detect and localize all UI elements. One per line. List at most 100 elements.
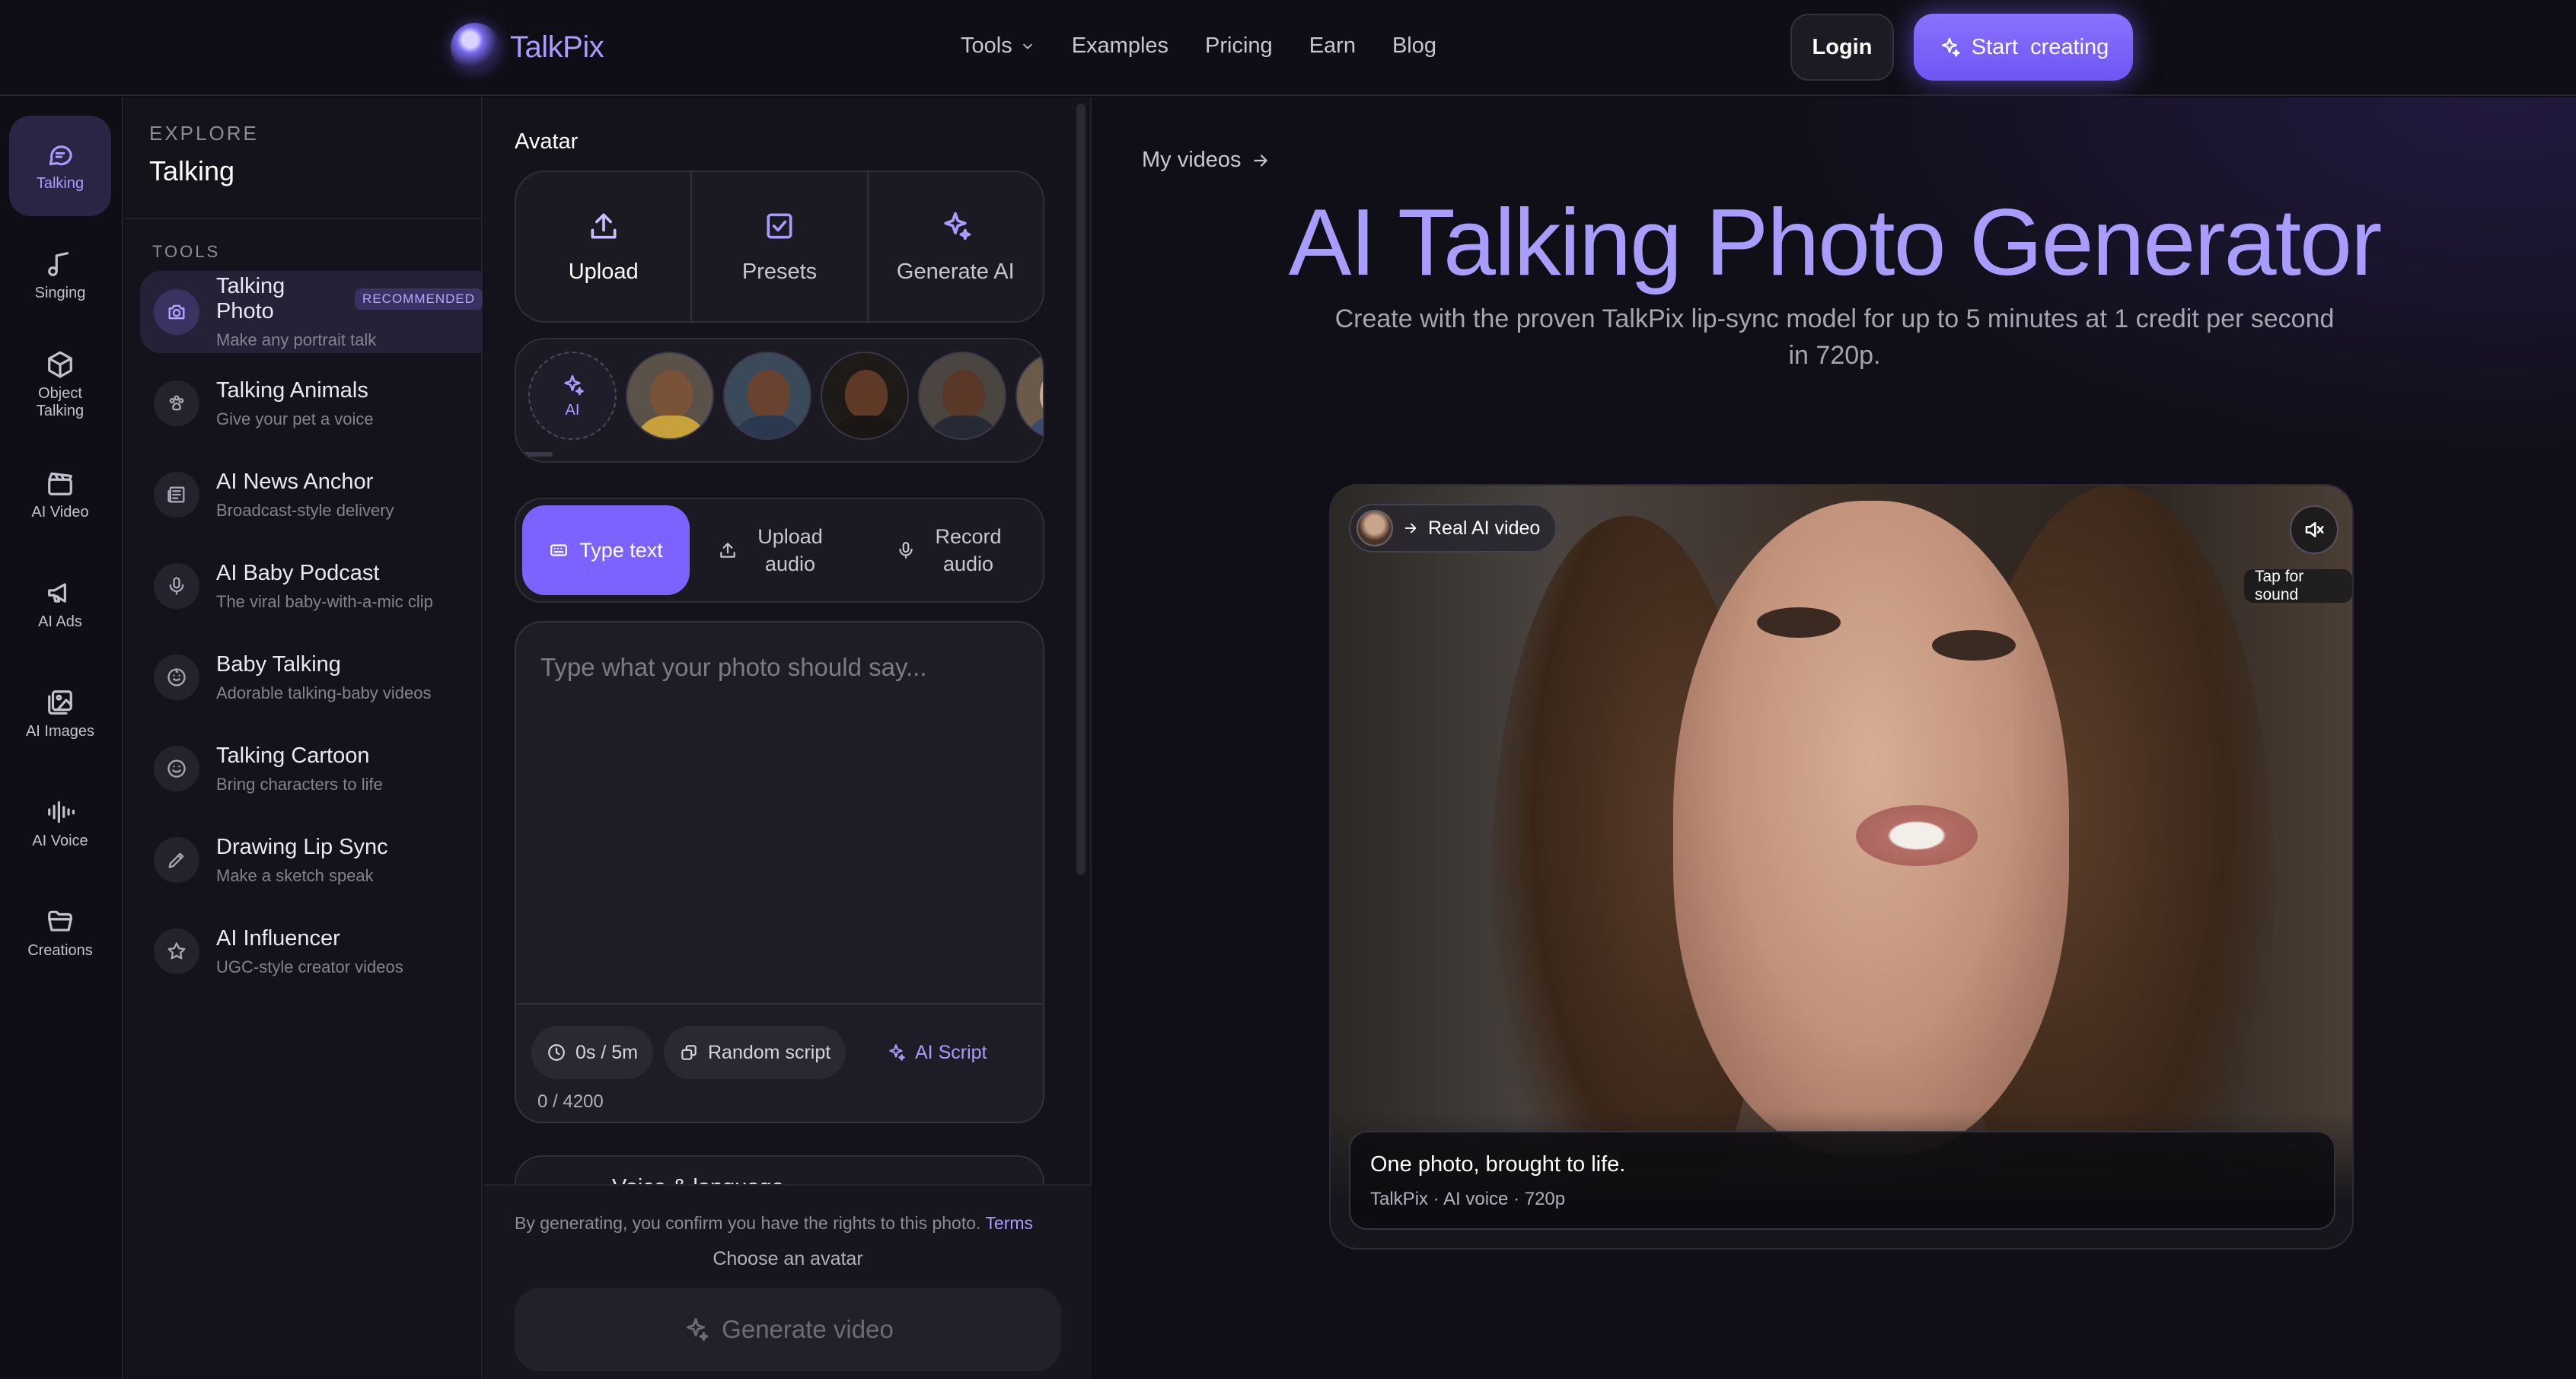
sparkle-icon bbox=[687, 1318, 709, 1341]
chevron-down-icon bbox=[1022, 43, 1032, 49]
sparkle-icon bbox=[564, 374, 584, 395]
clapperboard-icon bbox=[48, 472, 72, 495]
presets-source-button[interactable]: Presets bbox=[692, 172, 869, 321]
caption-meta: TalkPix · AI voice · 720p bbox=[1370, 1189, 1566, 1209]
editor-scrollbar[interactable] bbox=[1076, 104, 1086, 875]
avatar-thumbnail[interactable] bbox=[821, 352, 909, 440]
tool-drawing-lip-sync[interactable]: Drawing Lip Sync Make a sketch speak bbox=[140, 819, 483, 901]
avatar bbox=[1357, 510, 1393, 546]
terms-link[interactable]: Terms bbox=[985, 1213, 1033, 1233]
logo[interactable]: TalkPix bbox=[451, 23, 604, 72]
generate-ai-source-button[interactable]: Generate AI bbox=[869, 172, 1043, 321]
sparkle-icon bbox=[889, 1044, 905, 1061]
tool-talking-cartoon[interactable]: Talking Cartoon Bring characters to life bbox=[140, 728, 483, 810]
upload-source-button[interactable]: Upload bbox=[516, 172, 693, 321]
type-text-tab[interactable]: Type text bbox=[522, 505, 690, 595]
video-caption: One photo, brought to life. TalkPix · AI… bbox=[1349, 1131, 2335, 1230]
rail-item-ai-voice[interactable]: AI Voice bbox=[9, 773, 111, 874]
upload-audio-tab[interactable]: Upload audio bbox=[699, 505, 851, 595]
recommended-badge: RECOMMENDED bbox=[355, 288, 483, 310]
avatar-thumbnail[interactable] bbox=[723, 352, 811, 440]
script-textarea[interactable]: Type what your photo should say... 0s / … bbox=[515, 621, 1044, 1123]
character-count: 0 / 4200 bbox=[537, 1091, 604, 1112]
mode-label: Type text bbox=[579, 538, 663, 562]
generate-video-button[interactable]: Generate video bbox=[515, 1288, 1061, 1371]
tool-baby-talking[interactable]: Baby Talking Adorable talking-baby video… bbox=[140, 636, 483, 718]
tool-title: Talking Animals bbox=[216, 377, 368, 403]
nav-examples[interactable]: Examples bbox=[1072, 33, 1168, 59]
star-icon bbox=[154, 928, 199, 974]
source-label: Upload bbox=[568, 259, 639, 284]
rail-item-singing[interactable]: Singing bbox=[9, 225, 111, 326]
tool-ai-baby-podcast[interactable]: AI Baby Podcast The viral baby-with-a-mi… bbox=[140, 545, 483, 627]
mode-label: Upload audio bbox=[757, 524, 823, 575]
avatar-thumbnail[interactable] bbox=[918, 352, 1006, 440]
tool-ai-influencer[interactable]: AI Influencer UGC-style creator videos bbox=[140, 910, 483, 992]
upload-icon bbox=[591, 213, 617, 238]
my-videos-link[interactable]: My videos bbox=[1142, 148, 1270, 173]
chat-bubble-icon bbox=[49, 145, 72, 165]
carousel-scrollbar[interactable] bbox=[516, 452, 553, 457]
ai-chip-label: AI bbox=[565, 401, 580, 419]
tool-subtitle: Give your pet a voice bbox=[216, 409, 374, 428]
avatar-carousel[interactable]: AI bbox=[515, 338, 1044, 463]
rail-item-object-talking[interactable]: Object Talking bbox=[9, 335, 111, 435]
ai-script-label: AI Script bbox=[915, 1041, 987, 1063]
ai-avatar-chip[interactable]: AI bbox=[528, 352, 617, 440]
avatar-thumbnail[interactable] bbox=[626, 352, 714, 440]
speaker-muted-icon bbox=[2305, 522, 2324, 537]
ai-script-button[interactable]: AI Script bbox=[871, 1026, 1002, 1079]
explore-title: Talking bbox=[149, 155, 235, 186]
page-title: AI Talking Photo Generator bbox=[1288, 190, 2383, 295]
record-audio-tab[interactable]: Record audio bbox=[869, 505, 1037, 595]
tool-talking-animals[interactable]: Talking Animals Give your pet a voice bbox=[140, 362, 483, 444]
upload-icon bbox=[720, 543, 735, 558]
random-script-label: Random script bbox=[708, 1041, 831, 1063]
rail-item-ai-ads[interactable]: AI Ads bbox=[9, 554, 111, 654]
nav-blog[interactable]: Blog bbox=[1392, 33, 1436, 59]
waveform-icon bbox=[48, 801, 75, 823]
megaphone-icon bbox=[48, 582, 66, 603]
video-frame-mouth bbox=[1856, 805, 1978, 866]
cube-icon bbox=[48, 351, 72, 378]
avatar-body bbox=[635, 416, 708, 438]
tool-talking-photo[interactable]: Talking Photo RECOMMENDED Make any portra… bbox=[140, 271, 483, 353]
sample-video-player[interactable]: Real AI video Tap for sound One photo, b… bbox=[1329, 484, 2354, 1250]
microphone-icon bbox=[154, 563, 199, 609]
avatar-thumbnail[interactable] bbox=[1015, 352, 1043, 440]
camera-icon bbox=[154, 289, 199, 335]
nav-earn[interactable]: Earn bbox=[1309, 33, 1356, 59]
random-script-button[interactable]: Random script bbox=[664, 1026, 846, 1079]
nav-tools-label: Tools bbox=[961, 33, 1012, 58]
avatar-face bbox=[845, 370, 888, 419]
rail-item-talking[interactable]: Talking bbox=[9, 116, 111, 216]
rail-item-ai-video[interactable]: AI Video bbox=[9, 444, 111, 545]
clock-icon bbox=[548, 1044, 565, 1061]
consent-label: By generating, you confirm you have the … bbox=[515, 1213, 981, 1233]
image-icon bbox=[48, 690, 72, 715]
rail-item-ai-images[interactable]: AI Images bbox=[9, 664, 111, 764]
mute-toggle-button[interactable] bbox=[2290, 505, 2338, 554]
nav-tools[interactable]: Tools bbox=[961, 33, 1035, 59]
nav-pricing[interactable]: Pricing bbox=[1205, 33, 1273, 59]
tool-ai-news-anchor[interactable]: AI News Anchor Broadcast-style delivery bbox=[140, 454, 483, 536]
duration-value: 0s / 5m bbox=[575, 1041, 638, 1063]
video-frame-eye bbox=[1757, 607, 1841, 638]
avatar-section-label: Avatar bbox=[515, 129, 579, 154]
start-creating-label: Start creating bbox=[1971, 34, 2109, 59]
rail-item-label: Singing bbox=[34, 284, 86, 301]
avatar-body bbox=[1025, 416, 1043, 438]
tool-subtitle: The viral baby-with-a-mic clip bbox=[216, 591, 433, 611]
tool-title: Drawing Lip Sync bbox=[216, 834, 388, 859]
login-button[interactable]: Login bbox=[1790, 14, 1894, 81]
rail-item-label: AI Images bbox=[25, 722, 95, 740]
rail-item-creations[interactable]: Creations bbox=[9, 883, 111, 983]
start-creating-button[interactable]: Start creating bbox=[1914, 14, 2133, 81]
rail-item-label: Creations bbox=[27, 941, 93, 959]
source-label: Generate AI bbox=[896, 259, 1015, 284]
generate-video-label: Generate video bbox=[722, 1315, 894, 1343]
real-ai-video-chip: Real AI video bbox=[1349, 504, 1557, 553]
rail-item-label: AI Video bbox=[31, 503, 89, 521]
main-nav: Tools Examples Pricing Earn Blog bbox=[961, 33, 1436, 59]
smiley-icon bbox=[154, 746, 199, 791]
